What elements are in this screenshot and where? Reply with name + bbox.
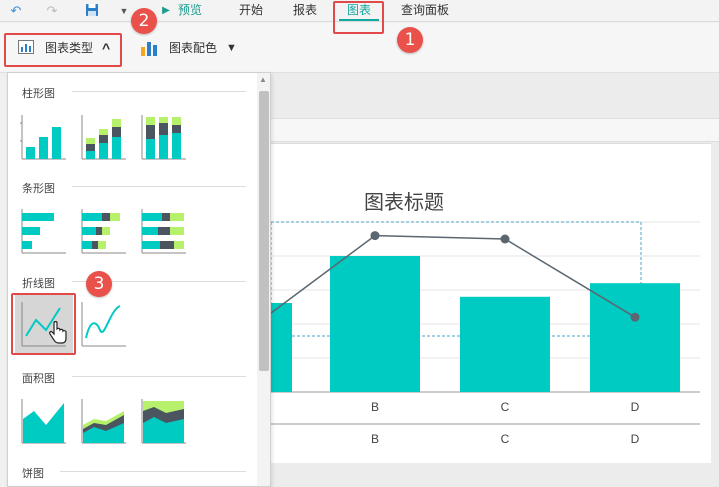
bar-partial — [271, 303, 292, 392]
section-title-area: 面积图 — [22, 373, 55, 385]
annotation-box-line-option — [11, 293, 76, 355]
chart-title[interactable]: 图表标题 — [364, 186, 444, 215]
divider — [60, 471, 246, 472]
section-title-line: 折线图 — [22, 278, 55, 290]
line-point-d[interactable] — [630, 312, 640, 322]
scroll-up-icon[interactable]: ▲ — [259, 75, 267, 84]
x-axis-label-b: B — [370, 400, 379, 414]
percent-area-option[interactable] — [140, 397, 188, 445]
area-chart-option[interactable] — [20, 397, 68, 445]
step-badge-1: 1 — [397, 27, 423, 53]
divider — [72, 376, 246, 377]
x-axis-label-c: C — [500, 400, 510, 414]
step-badge-3: 3 — [86, 271, 112, 297]
bar-clustered-option[interactable] — [20, 207, 68, 255]
bar-stacked-option[interactable] — [80, 207, 128, 255]
section-title-pie: 饼图 — [22, 468, 44, 480]
divider — [72, 91, 246, 92]
section-title-bar: 条形图 — [22, 183, 55, 195]
divider — [72, 186, 246, 187]
annotation-box-chart-tab — [333, 1, 384, 34]
line-point-b[interactable] — [370, 231, 380, 241]
bar-c[interactable] — [460, 296, 550, 392]
scrollbar-thumb[interactable] — [259, 91, 269, 371]
line-series — [270, 234, 636, 318]
plot-area-selection — [270, 221, 642, 337]
step-badge-2: 2 — [131, 8, 157, 34]
bar-d[interactable] — [590, 283, 680, 392]
column-percent-option[interactable] — [140, 113, 188, 161]
column-stacked-option[interactable] — [80, 113, 128, 161]
column-clustered-option[interactable] — [20, 113, 68, 161]
annotation-box-chart-type — [4, 33, 122, 67]
stacked-area-option[interactable] — [80, 397, 128, 445]
smooth-line-chart-option[interactable] — [80, 300, 128, 348]
section-title-column: 柱形图 — [22, 88, 55, 100]
x-axis-label-d: D — [630, 400, 640, 414]
bar-b[interactable] — [330, 256, 420, 392]
chart-type-dropdown: 柱形图 条形图 折线图 面积图 饼图 ▲ — [7, 72, 271, 487]
line-point-c[interactable] — [500, 234, 510, 244]
table-cell-d: D — [630, 432, 640, 446]
table-cell-c: C — [500, 432, 510, 446]
bar-percent-option[interactable] — [140, 207, 188, 255]
table-cell-b: B — [370, 432, 379, 446]
